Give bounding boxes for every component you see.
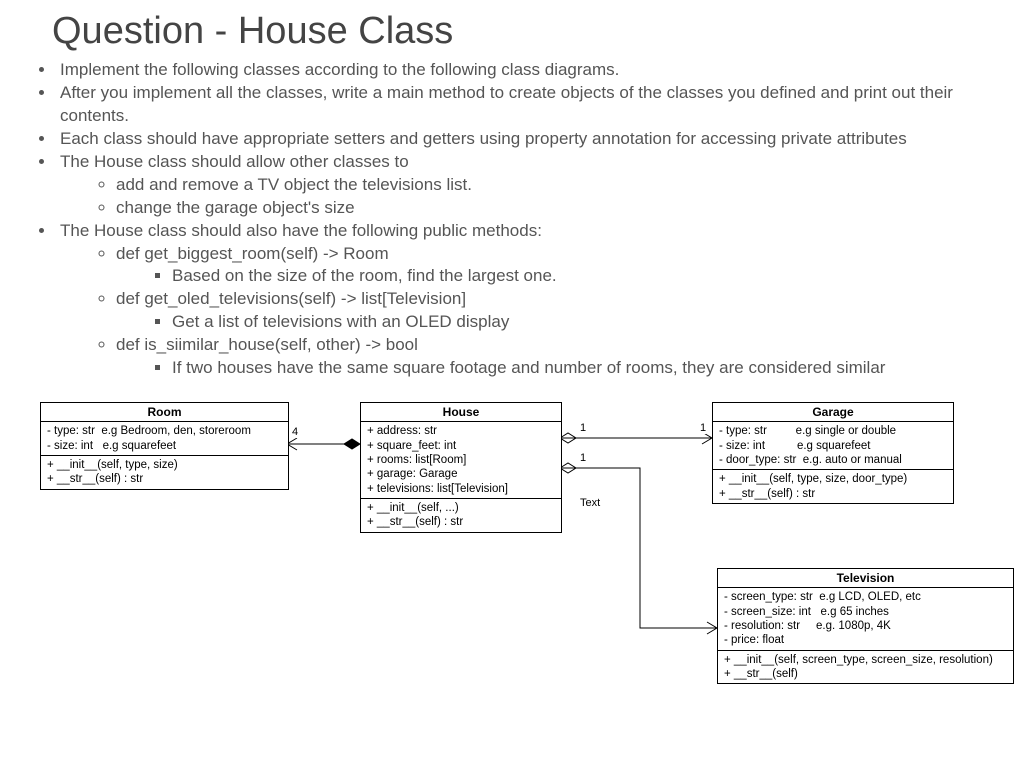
bullet: The House class should allow other class… bbox=[56, 151, 1004, 220]
multiplicity-label: 4 bbox=[292, 426, 298, 438]
uml-class-room: Room - type: str e.g Bedroom, den, store… bbox=[40, 402, 289, 490]
uml-attributes: - type: str e.g Bedroom, den, storeroom … bbox=[41, 422, 288, 456]
sub-bullet: def get_oled_televisions(self) -> list[T… bbox=[116, 288, 1004, 334]
requirements-list: Implement the following classes accordin… bbox=[40, 59, 1004, 380]
multiplicity-label: 1 bbox=[580, 422, 586, 434]
uml-class-name: House bbox=[361, 403, 561, 422]
uml-class-name: Room bbox=[41, 403, 288, 422]
multiplicity-label: 1 bbox=[580, 452, 586, 464]
uml-diagram: Room - type: str e.g Bedroom, den, store… bbox=[0, 388, 1024, 718]
uml-class-television: Television - screen_type: str e.g LCD, O… bbox=[717, 568, 1014, 684]
bullet: Implement the following classes accordin… bbox=[56, 59, 1004, 82]
bullet: The House class should also have the fol… bbox=[56, 220, 1004, 381]
sub2-bullet: Get a list of televisions with an OLED d… bbox=[172, 311, 1004, 334]
uml-attributes: + address: str + square_feet: int + room… bbox=[361, 422, 561, 499]
sub2-bullet: Based on the size of the room, find the … bbox=[172, 265, 1004, 288]
uml-attributes: - screen_type: str e.g LCD, OLED, etc - … bbox=[718, 588, 1013, 651]
bullet-text: The House class should allow other class… bbox=[60, 152, 409, 171]
uml-operations: + __init__(self, type, size, door_type) … bbox=[713, 470, 953, 503]
sub-bullet: add and remove a TV object the televisio… bbox=[116, 174, 1004, 197]
sub-bullet: change the garage object's size bbox=[116, 197, 1004, 220]
uml-class-name: Television bbox=[718, 569, 1013, 588]
uml-attributes: - type: str e.g single or double - size:… bbox=[713, 422, 953, 470]
uml-class-house: House + address: str + square_feet: int … bbox=[360, 402, 562, 533]
uml-operations: + __init__(self, type, size) + __str__(s… bbox=[41, 456, 288, 489]
uml-operations: + __init__(self, ...) + __str__(self) : … bbox=[361, 499, 561, 532]
uml-class-garage: Garage - type: str e.g single or double … bbox=[712, 402, 954, 504]
diagram-text-label: Text bbox=[580, 497, 600, 509]
sub-bullet-text: def get_oled_televisions(self) -> list[T… bbox=[116, 289, 466, 308]
bullet: After you implement all the classes, wri… bbox=[56, 82, 1004, 128]
multiplicity-label: 1 bbox=[700, 422, 706, 434]
uml-operations: + __init__(self, screen_type, screen_siz… bbox=[718, 651, 1013, 684]
sub2-bullet: If two houses have the same square foota… bbox=[172, 357, 1004, 380]
page-title: Question - House Class bbox=[52, 10, 1024, 53]
sub-bullet-text: def is_siimilar_house(self, other) -> bo… bbox=[116, 335, 418, 354]
bullet: Each class should have appropriate sette… bbox=[56, 128, 1004, 151]
uml-class-name: Garage bbox=[713, 403, 953, 422]
bullet-text: The House class should also have the fol… bbox=[60, 221, 542, 240]
sub-bullet: def get_biggest_room(self) -> Room Based… bbox=[116, 243, 1004, 289]
sub-bullet-text: def get_biggest_room(self) -> Room bbox=[116, 244, 389, 263]
sub-bullet: def is_siimilar_house(self, other) -> bo… bbox=[116, 334, 1004, 380]
